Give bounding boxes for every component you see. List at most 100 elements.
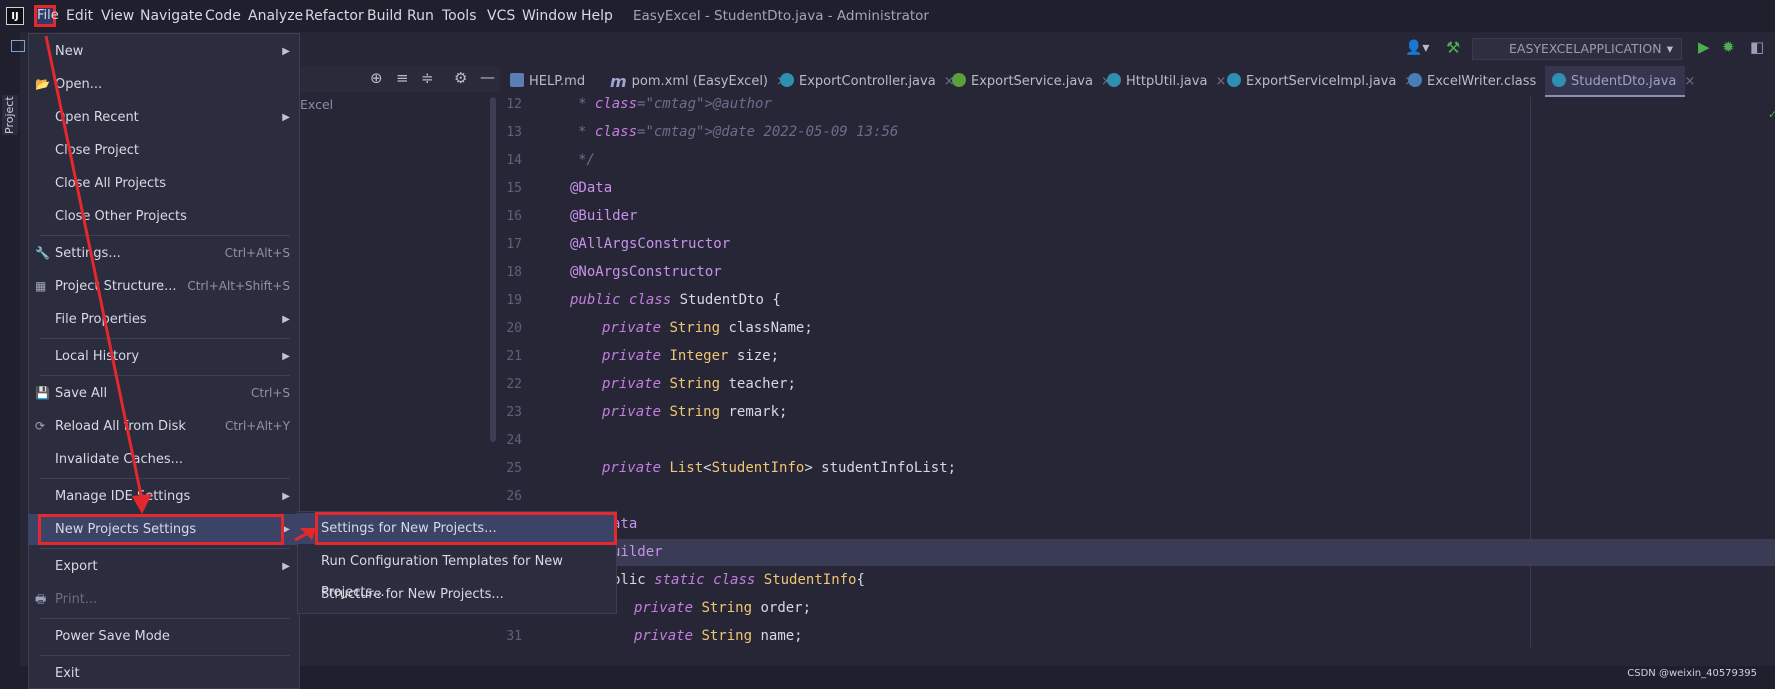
menu-vcs[interactable]: VCS xyxy=(487,8,515,24)
menu-analyze[interactable]: Analyze xyxy=(248,8,303,24)
menu-window[interactable]: Window xyxy=(522,8,577,24)
menu-item-close-project[interactable]: Close Project xyxy=(28,135,300,166)
build-hammer-icon[interactable]: ⚒ xyxy=(1446,38,1460,57)
menu-item-new[interactable]: New ▶ xyxy=(28,36,300,67)
code-line: * class="cmtag">@date 2022-05-09 13:56 xyxy=(578,124,899,140)
tab-excel-writer[interactable]: ExcelWriter.class× xyxy=(1408,66,1555,97)
project-scrollbar[interactable] xyxy=(490,97,496,442)
submenu-arrow-icon: ▶ xyxy=(282,112,290,123)
menu-item-power-save-mode[interactable]: Power Save Mode xyxy=(28,621,300,652)
print-icon: 🖶 xyxy=(35,592,47,606)
submenu-arrow-icon: ▶ xyxy=(282,491,290,502)
expand-all-icon[interactable]: ≡ xyxy=(396,69,409,87)
debug-icon[interactable]: ✹ xyxy=(1722,38,1735,56)
menu-view[interactable]: View xyxy=(101,8,134,24)
menu-separator xyxy=(40,548,290,549)
tab-label: HELP.md xyxy=(529,74,586,89)
close-icon[interactable]: × xyxy=(1684,74,1695,89)
submenu-arrow-icon: ▶ xyxy=(282,561,290,572)
code-line: */ xyxy=(578,152,595,168)
menu-item-exit[interactable]: Exit xyxy=(28,658,300,689)
tab-pom-xml[interactable]: mpom.xml (EasyExcel)× xyxy=(610,66,787,97)
tab-help-md[interactable]: HELP.md xyxy=(510,66,585,97)
menu-separator xyxy=(40,618,290,619)
structure-window-icon[interactable] xyxy=(11,40,25,52)
menu-tools[interactable]: Tools xyxy=(442,8,477,24)
code-line: private String order; xyxy=(634,600,812,616)
run-icon[interactable]: ▶ xyxy=(1698,38,1710,56)
code-line: private String className; xyxy=(602,320,813,336)
collapse-all-icon[interactable]: ≑ xyxy=(421,69,434,87)
menu-separator xyxy=(40,655,290,656)
line-number: 17 xyxy=(506,237,522,252)
code-line: @NoArgsConstructor xyxy=(570,264,722,280)
menu-help[interactable]: Help xyxy=(581,8,613,24)
tab-http-util[interactable]: HttpUtil.java × xyxy=(1107,66,1226,97)
menu-item-close-all-projects[interactable]: Close All Projects xyxy=(28,168,300,199)
user-icon[interactable]: 👤▾ xyxy=(1405,40,1429,56)
menu-edit[interactable]: Edit xyxy=(66,8,93,24)
project-tree-node[interactable]: Excel xyxy=(300,97,333,112)
menu-navigate[interactable]: Navigate xyxy=(140,8,203,24)
code-line: @Data xyxy=(570,180,613,196)
class-icon xyxy=(780,73,794,87)
menu-run[interactable]: Run xyxy=(407,8,434,24)
close-icon[interactable]: × xyxy=(1215,74,1226,89)
class-icon xyxy=(1107,73,1121,87)
submenu-item-structure-for-new-projects[interactable]: Structure for New Projects... xyxy=(297,579,617,610)
save-icon: 💾 xyxy=(35,386,50,400)
menu-item-reload-all[interactable]: ⟳ Reload All from Disk Ctrl+Alt+Y xyxy=(28,411,300,442)
coverage-icon[interactable]: ◧ xyxy=(1750,38,1764,56)
watermark-text: CSDN @weixin_40579395 xyxy=(1627,668,1757,679)
menu-item-manage-ide-settings[interactable]: Manage IDE Settings ▶ xyxy=(28,481,300,512)
menu-item-save-all[interactable]: 💾 Save All Ctrl+S xyxy=(28,378,300,409)
menu-item-project-structure[interactable]: ▦ Project Structure... Ctrl+Alt+Shift+S xyxy=(28,271,300,302)
locate-icon[interactable]: ⊕ xyxy=(370,69,383,87)
line-number: 19 xyxy=(506,293,522,308)
code-line: private String remark; xyxy=(602,404,788,420)
line-number: 21 xyxy=(506,349,522,364)
project-tool-button[interactable]: Project xyxy=(2,95,18,135)
line-number: 24 xyxy=(506,433,522,448)
menu-build[interactable]: Build xyxy=(367,8,402,24)
tab-export-service-impl[interactable]: ExportServiceImpl.java× xyxy=(1227,66,1415,97)
code-line: * class="cmtag">@author xyxy=(578,96,772,112)
code-line: private String teacher; xyxy=(602,376,796,392)
tab-export-service[interactable]: ExportService.java× xyxy=(952,66,1112,97)
inspection-ok-icon[interactable]: ✓ xyxy=(1768,108,1775,121)
hide-icon[interactable]: — xyxy=(480,68,495,86)
run-configuration-select[interactable]: EASYEXCELAPPLICATION ▾ xyxy=(1472,38,1682,60)
menu-item-export[interactable]: Export ▶ xyxy=(28,551,300,582)
menu-refactor[interactable]: Refactor xyxy=(305,8,364,24)
class-icon xyxy=(1408,73,1422,87)
tab-student-dto[interactable]: StudentDto.java × xyxy=(1545,66,1695,97)
menu-item-file-properties[interactable]: File Properties ▶ xyxy=(28,304,300,335)
markdown-icon xyxy=(510,73,524,87)
code-line: private Integer size; xyxy=(602,348,780,364)
menu-code[interactable]: Code xyxy=(205,8,241,24)
line-number: 22 xyxy=(506,377,522,392)
tab-label: pom.xml (EasyExcel) xyxy=(631,74,769,89)
line-number: 25 xyxy=(506,461,522,476)
menu-item-settings[interactable]: 🔧 Settings... Ctrl+Alt+S xyxy=(28,238,300,269)
menu-item-close-other-projects[interactable]: Close Other Projects xyxy=(28,201,300,232)
line-number: 20 xyxy=(506,321,522,336)
code-line: private String name; xyxy=(634,628,803,644)
reload-icon: ⟳ xyxy=(35,419,46,433)
code-line: @AllArgsConstructor xyxy=(570,236,731,252)
tab-label: StudentDto.java xyxy=(1571,74,1677,89)
menu-item-open-recent[interactable]: Open Recent ▶ xyxy=(28,102,300,133)
menu-file[interactable]: File xyxy=(34,5,59,27)
run-config-label: EASYEXCELAPPLICATION xyxy=(1509,41,1662,56)
line-number: 14 xyxy=(506,153,522,168)
menu-item-local-history[interactable]: Local History ▶ xyxy=(28,341,300,372)
submenu-item-run-config-templates[interactable]: Run Configuration Templates for New Proj… xyxy=(297,546,617,600)
gear-icon[interactable]: ⚙ xyxy=(454,69,467,87)
menu-separator xyxy=(40,338,290,339)
code-line: blic static class StudentInfo{ xyxy=(612,572,865,588)
tab-export-controller[interactable]: ExportController.java × xyxy=(780,66,955,97)
highlight-box xyxy=(315,512,617,545)
class-icon xyxy=(1552,73,1566,87)
menu-item-open[interactable]: 📂 Open... xyxy=(28,69,300,100)
menu-item-invalidate-caches[interactable]: Invalidate Caches... xyxy=(28,444,300,475)
